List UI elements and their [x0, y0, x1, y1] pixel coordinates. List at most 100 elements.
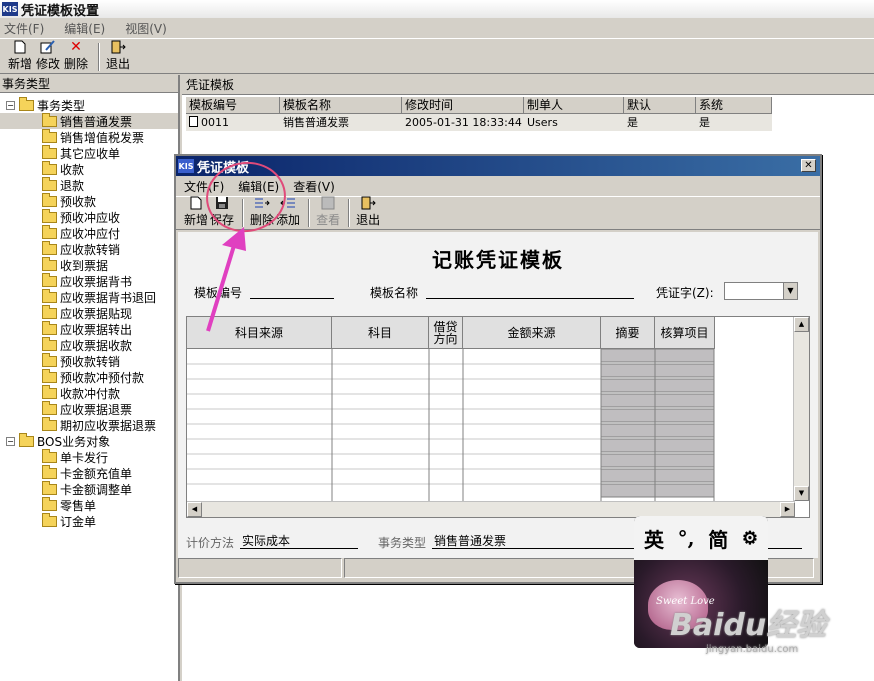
ime-punctuation-toggle[interactable]: °,	[678, 526, 695, 550]
tree-item[interactable]: 期初应收票据退票	[0, 416, 178, 433]
tree-item[interactable]: 卡金额调整单	[0, 480, 178, 497]
folder-icon	[42, 416, 57, 431]
folder-icon	[42, 176, 57, 191]
tree-item[interactable]: 单卡发行	[0, 448, 178, 465]
voucher-word-select[interactable]: ▼	[724, 282, 798, 300]
folder-icon	[42, 448, 57, 463]
menu-view[interactable]: 查看(V)	[293, 178, 335, 195]
tree-item[interactable]: 卡金额充值单	[0, 464, 178, 481]
ime-english-toggle[interactable]: 英	[644, 524, 664, 553]
exit-door-icon	[109, 39, 127, 55]
folder-icon	[42, 352, 57, 367]
edit-icon	[39, 39, 57, 55]
biz-type-value[interactable]: 销售普通发票	[434, 532, 506, 549]
menu-view[interactable]: 视图(V)	[125, 20, 167, 37]
close-button[interactable]: ✕	[801, 159, 816, 172]
entry-table: 科目来源 科目 借贷方向 金额来源 摘要 核算项目 ▲ ▼ ◀ ▶	[186, 316, 810, 518]
new-button[interactable]: 新增	[8, 39, 32, 73]
column-header[interactable]: 制单人	[524, 97, 624, 114]
scroll-right-icon[interactable]: ▶	[780, 502, 795, 517]
folder-icon	[42, 144, 57, 159]
new-button[interactable]: 新增	[184, 195, 208, 229]
tree-item[interactable]: 收款	[0, 160, 178, 177]
column-header: 借贷方向	[429, 317, 463, 348]
tree-item[interactable]: 应收票据背书退回	[0, 288, 178, 305]
annotation-arrow-icon	[206, 227, 246, 332]
baidu-watermark: Baidu经验 jingyan.baidu.com	[670, 600, 826, 655]
edit-button[interactable]: 修改	[36, 39, 60, 73]
tree-node-root[interactable]: − 事务类型	[0, 96, 178, 113]
column-header[interactable]: 模板编号	[186, 97, 280, 114]
tree-item[interactable]: 预收款	[0, 192, 178, 209]
tree-item[interactable]: 应收票据退票	[0, 400, 178, 417]
column-header[interactable]: 系统	[696, 97, 772, 114]
folder-icon	[19, 432, 34, 447]
gear-icon[interactable]: ⚙	[742, 528, 758, 549]
template-list-header: 模板编号 模板名称 修改时间 制单人 默认 系统	[186, 97, 772, 114]
template-name-label: 模板名称	[370, 286, 419, 300]
open-folder-icon	[42, 112, 57, 127]
tree-item[interactable]: 预收款转销	[0, 352, 178, 369]
folder-icon	[42, 256, 57, 271]
tree-item[interactable]: 应收冲应付	[0, 224, 178, 241]
cell-modified-time: 2005-01-31 18:33:44	[405, 116, 522, 129]
tree-item[interactable]: 应收票据贴现	[0, 304, 178, 321]
tree-item[interactable]: 退款	[0, 176, 178, 193]
cell-default: 是	[627, 116, 638, 129]
tree-item[interactable]: 收到票据	[0, 256, 178, 273]
horizontal-scrollbar[interactable]: ◀ ▶	[187, 501, 795, 517]
tree-item[interactable]: 零售单	[0, 496, 178, 513]
tree-item[interactable]: 预收款冲预付款	[0, 368, 178, 385]
cell-template-name: 销售普通发票	[283, 116, 349, 129]
tree-item[interactable]: 应收票据背书	[0, 272, 178, 289]
table-row[interactable]: 0011 销售普通发票 2005-01-31 18:33:44 Users 是 …	[186, 114, 772, 131]
exit-button[interactable]: 退出	[106, 39, 130, 73]
template-name-field[interactable]	[426, 298, 634, 299]
folder-icon	[42, 480, 57, 495]
dropdown-arrow-icon[interactable]: ▼	[783, 283, 797, 299]
folder-icon	[42, 240, 57, 255]
column-header[interactable]: 模板名称	[280, 97, 402, 114]
new-document-icon	[187, 195, 205, 211]
tree-item[interactable]: 应收票据收款	[0, 336, 178, 353]
collapse-icon[interactable]: −	[6, 436, 15, 446]
cell-system: 是	[699, 116, 710, 129]
column-header[interactable]: 修改时间	[402, 97, 524, 114]
view-button[interactable]: 查看	[316, 195, 340, 229]
cell-template-no: 0011	[186, 114, 280, 131]
exit-button[interactable]: 退出	[356, 195, 380, 229]
tree-item[interactable]: 应收票据转出	[0, 320, 178, 337]
folder-icon	[42, 192, 57, 207]
status-pane	[178, 558, 342, 578]
tree-item[interactable]: 应收款转销	[0, 240, 178, 257]
tree-node-bos[interactable]: − BOS业务对象	[0, 432, 178, 449]
scroll-down-icon[interactable]: ▼	[794, 486, 809, 501]
menu-file[interactable]: 文件(F)	[4, 20, 44, 37]
collapse-icon[interactable]: −	[6, 100, 15, 110]
menu-edit[interactable]: 编辑(E)	[64, 20, 105, 37]
column-header: 金额来源	[463, 317, 601, 348]
folder-icon	[19, 96, 34, 111]
tree-item[interactable]: 销售增值税发票	[0, 128, 178, 145]
delete-button[interactable]: ✕ 删除	[64, 39, 88, 73]
tree-item[interactable]: 其它应收单	[0, 144, 178, 161]
pricing-method-label: 计价方法	[186, 536, 235, 550]
column-header[interactable]: 默认	[624, 97, 696, 114]
ime-simplified-toggle[interactable]: 简	[708, 524, 728, 553]
tree-item[interactable]: 销售普通发票	[0, 112, 178, 129]
scroll-up-icon[interactable]: ▲	[794, 317, 809, 332]
ime-bar: 英 °, 简 ⚙	[634, 516, 768, 560]
tree-item[interactable]: 订金单	[0, 512, 178, 529]
entry-grid[interactable]	[187, 349, 795, 501]
tree-item[interactable]: 收款冲付款	[0, 384, 178, 401]
scroll-left-icon[interactable]: ◀	[187, 502, 202, 517]
tree-item[interactable]: 预收冲应收	[0, 208, 178, 225]
cell-creator: Users	[527, 116, 558, 129]
template-no-field[interactable]	[250, 298, 334, 299]
exit-door-icon	[359, 195, 377, 211]
toolbar-separator	[348, 199, 351, 227]
pricing-method-value[interactable]: 实际成本	[242, 532, 290, 549]
vertical-scrollbar[interactable]: ▲ ▼	[793, 317, 809, 501]
entry-table-header: 科目来源 科目 借贷方向 金额来源 摘要 核算项目	[187, 317, 715, 349]
voucher-word-label: 凭证字(Z):	[656, 286, 714, 300]
